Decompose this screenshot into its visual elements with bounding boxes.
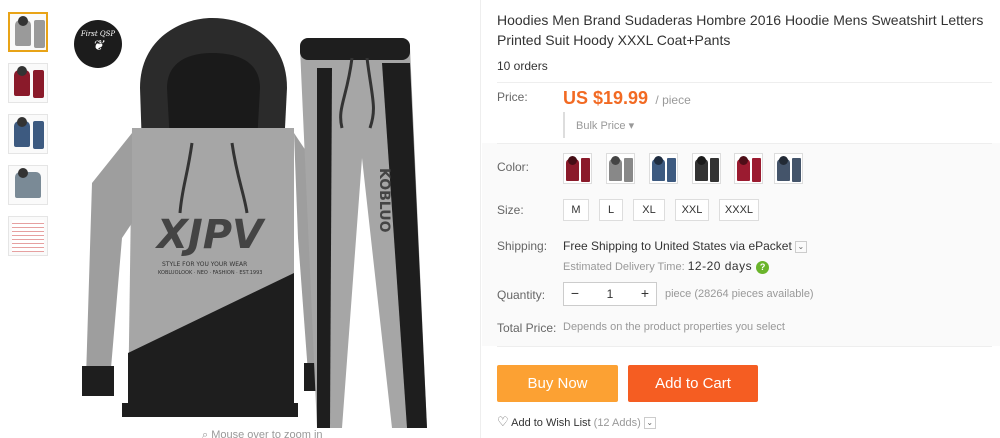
- column-divider: [480, 0, 481, 438]
- color-row: Color:: [497, 153, 992, 187]
- wishlist-count: (12 Adds): [593, 417, 641, 429]
- shipping-label: Shipping:: [497, 239, 548, 253]
- size-option-xxl[interactable]: XXL: [675, 199, 709, 221]
- thumbnail-5[interactable]: [8, 216, 48, 256]
- product-title: Hoodies Men Brand Sudaderas Hombre 2016 …: [497, 12, 984, 48]
- size-option-l[interactable]: L: [599, 199, 623, 221]
- color-swatch-2[interactable]: [606, 153, 635, 184]
- buy-now-button[interactable]: Buy Now: [497, 365, 618, 402]
- price-value: US $19.99: [563, 88, 649, 108]
- wishlist-label: Add to Wish List: [511, 417, 591, 429]
- svg-text:KOBLUO: KOBLUO: [376, 168, 392, 233]
- color-swatch-3[interactable]: [649, 153, 678, 184]
- product-header: Hoodies Men Brand Sudaderas Hombre 2016 …: [497, 10, 992, 83]
- size-option-xxxl[interactable]: XXXL: [719, 199, 759, 221]
- thumbnail-1[interactable]: [8, 12, 48, 52]
- order-count: 10 orders: [497, 59, 992, 83]
- chevron-down-icon[interactable]: ⌄: [643, 417, 656, 430]
- thumbnail-2[interactable]: [8, 63, 48, 103]
- zoom-hint: ⌕ Mouse over to zoom in: [202, 429, 323, 438]
- thumbnail-list: [8, 12, 52, 267]
- color-swatch-5[interactable]: [734, 153, 763, 184]
- quantity-stepper: − 1 +: [563, 282, 657, 306]
- thumbnail-4[interactable]: [8, 165, 48, 205]
- size-option-xl[interactable]: XL: [633, 199, 665, 221]
- add-to-cart-button[interactable]: Add to Cart: [628, 365, 758, 402]
- color-swatch-6[interactable]: [774, 153, 803, 184]
- svg-text:KOBLUOLOOK · NEO · FASHION · E: KOBLUOLOOK · NEO · FASHION · EST.1993: [158, 270, 262, 276]
- quantity-input[interactable]: 1: [586, 283, 634, 305]
- size-label: Size:: [497, 203, 524, 217]
- quantity-row: Quantity: − 1 + piece (28264 pieces avai…: [497, 282, 992, 308]
- thumbnail-3[interactable]: [8, 114, 48, 154]
- svg-text:XJPV: XJPV: [154, 212, 266, 258]
- tracksuit-illustration: XJPV STYLE FOR YOU YOUR WEAR KOBLUOLOOK …: [82, 18, 427, 428]
- magnifier-icon: ⌕: [202, 429, 209, 438]
- total-value: Depends on the product properties you se…: [563, 321, 785, 333]
- chevron-down-icon[interactable]: ⌄: [794, 240, 807, 253]
- color-swatch-1[interactable]: [563, 153, 592, 184]
- add-to-wishlist[interactable]: ♡ Add to Wish List (12 Adds) ⌄: [497, 414, 656, 430]
- price-row: Price: US $19.99 / piece Bulk Price ▾: [497, 88, 992, 138]
- heart-icon: ♡: [497, 414, 509, 429]
- color-label: Color:: [497, 160, 530, 174]
- quantity-increase-button[interactable]: +: [634, 283, 656, 305]
- delivery-days: 12-20 days: [687, 259, 753, 273]
- price-unit: / piece: [655, 93, 691, 107]
- help-icon[interactable]: ?: [756, 260, 770, 274]
- quantity-decrease-button[interactable]: −: [564, 283, 586, 305]
- total-label: Total Price:: [497, 321, 557, 335]
- shipping-row: Shipping: Free Shipping to United States…: [497, 239, 992, 275]
- size-row: Size: M L XL XXL XXXL: [497, 199, 992, 223]
- bulk-price-toggle[interactable]: Bulk Price ▾: [576, 119, 634, 132]
- main-product-image[interactable]: XJPV STYLE FOR YOU YOUR WEAR KOBLUOLOOK …: [62, 8, 472, 438]
- price-label: Price:: [497, 90, 528, 104]
- caret-down-icon: ▾: [628, 120, 635, 132]
- quantity-label: Quantity:: [497, 288, 546, 302]
- svg-text:STYLE FOR YOU YOUR WEAR: STYLE FOR YOU YOUR WEAR: [162, 261, 247, 268]
- size-option-m[interactable]: M: [563, 199, 589, 221]
- delivery-estimate: Estimated Delivery Time: 12-20 days?: [563, 259, 770, 274]
- quantity-available: piece (28264 pieces available): [665, 288, 814, 300]
- color-swatch-4[interactable]: [692, 153, 721, 184]
- brand-logo: First QSP ❦: [74, 20, 122, 68]
- total-row: Total Price: Depends on the product prop…: [497, 321, 992, 337]
- shipping-method[interactable]: Free Shipping to United States via ePack…: [563, 239, 807, 253]
